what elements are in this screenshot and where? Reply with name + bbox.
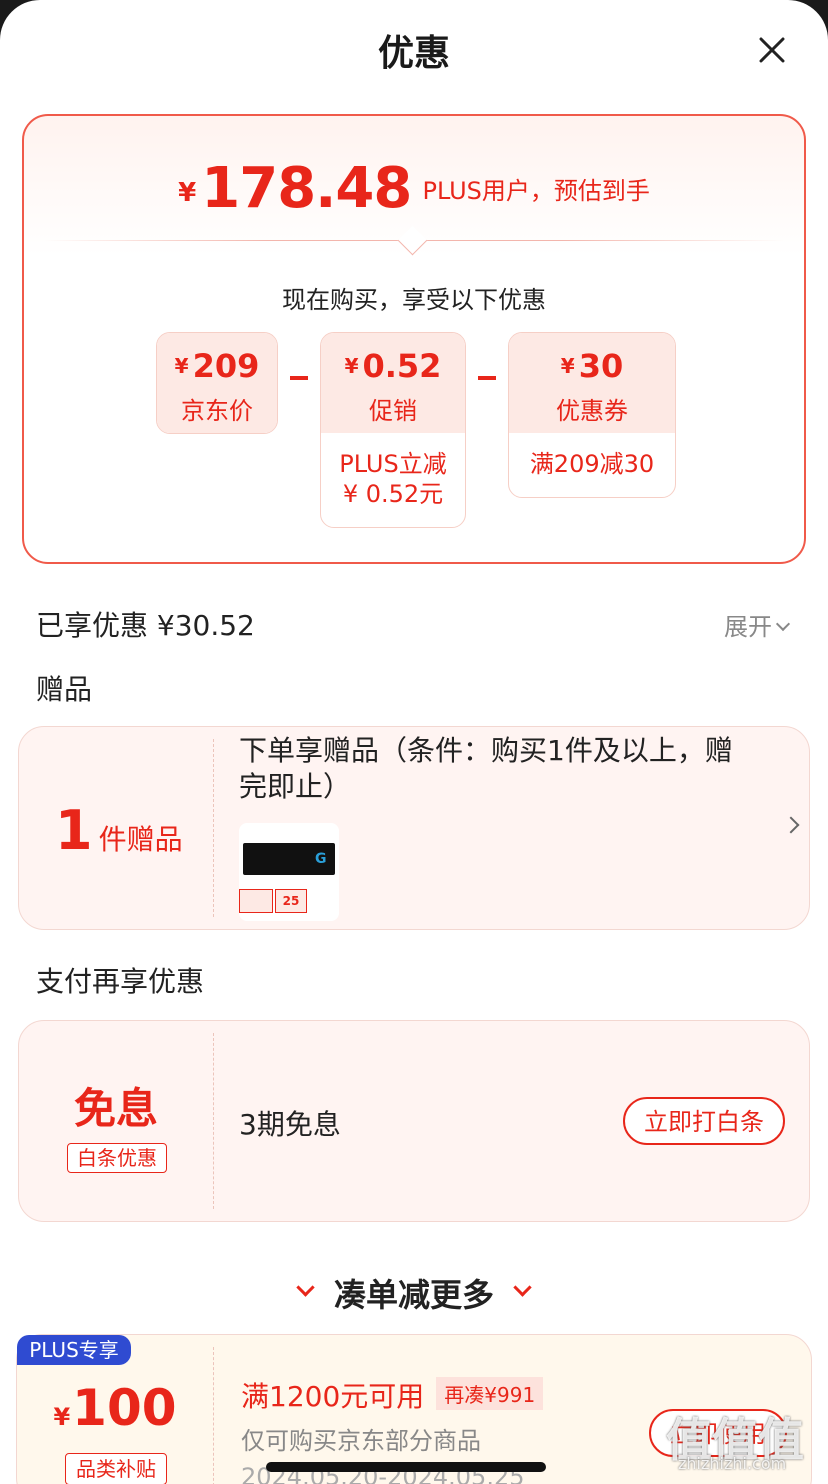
gift-count: 1 件赠品 [55, 799, 183, 862]
estimated-price-amount: 178.48 [201, 156, 412, 221]
more-title-text: 凑单减更多 [333, 1276, 494, 1314]
installment-text: 3期免息 [239, 1108, 341, 1141]
currency-symbol: ¥ [560, 354, 575, 378]
discount-summary: 已享优惠 ¥30.52 [36, 609, 255, 642]
sheet-header: 优惠 [0, 0, 828, 100]
discount-sheet: 优惠 ¥ 178.48 PLUS用户，预估到手 现在购买，享受以下优惠 ¥209… [0, 0, 828, 1484]
coupon-condition: 满1200元可用 再凑¥991 [241, 1375, 544, 1415]
coupon-label: 优惠券 [556, 397, 628, 425]
coupon-value: 30 [578, 347, 624, 385]
minus-icon [290, 376, 308, 380]
expand-toggle[interactable]: 展开 [724, 607, 791, 642]
plus-exclusive-badge: PLUS专享 [17, 1335, 131, 1365]
chevron-down-icon [296, 1278, 315, 1297]
estimated-price: ¥ 178.48 PLUS用户，预估到手 [24, 156, 804, 221]
minus-icon [478, 376, 496, 380]
gift-count-number: 1 [55, 799, 93, 862]
chevron-right-icon[interactable] [782, 816, 800, 834]
payment-offer-card: 免息 白条优惠 3期免息 立即打白条 [18, 1020, 810, 1222]
coupon-condition-text: 满1200元可用 [241, 1380, 425, 1413]
gift-card[interactable]: 1 件赠品 下单享赠品（条件：购买1件及以上，赠完即止） G 25 [18, 726, 810, 930]
jd-price-box: ¥209 京东价 [156, 332, 278, 434]
interest-free-label: 免息 [73, 1084, 158, 1133]
use-baitiao-button[interactable]: 立即打白条 [623, 1097, 785, 1145]
sheet-title: 优惠 [377, 33, 450, 74]
payment-section-title: 支付再享优惠 [36, 965, 205, 998]
currency-symbol: ¥ [344, 354, 359, 378]
jd-price-label: 京东价 [181, 397, 253, 425]
coupon-detail: 满209减30 [529, 450, 655, 478]
home-indicator[interactable] [266, 1462, 546, 1472]
promotion-detail-line2: ¥ 0.52元 [342, 480, 444, 508]
promotion-label: 促销 [369, 397, 417, 425]
currency-symbol: ¥ [53, 1403, 71, 1431]
chevron-down-icon [775, 616, 791, 632]
coupon-scope: 仅可购买京东部分商品 [241, 1427, 481, 1455]
estimated-price-card: ¥ 178.48 PLUS用户，预估到手 现在购买，享受以下优惠 ¥209 京东… [22, 114, 806, 564]
gift-description: 下单享赠品（条件：购买1件及以上，赠完即止） [239, 734, 733, 803]
more-section-title: 凑单减更多 [0, 1270, 828, 1316]
gift-count-label: 件赠品 [98, 823, 183, 856]
promo-tag-number: 25 [275, 889, 307, 913]
gift-section-title: 赠品 [36, 673, 93, 706]
coupon-box: ¥30 优惠券 满209减30 [508, 332, 676, 498]
dashed-divider [213, 1033, 214, 1209]
coupon-amount-value: 100 [72, 1379, 177, 1437]
category-subsidy-tag: 品类补贴 [65, 1453, 167, 1484]
currency-symbol: ¥ [174, 354, 189, 378]
estimated-price-note: PLUS用户，预估到手 [422, 177, 650, 205]
promotion-detail-line1: PLUS立减 [339, 450, 447, 478]
watermark: 值值值 zhizhizhi.com [652, 1396, 828, 1484]
currency-symbol: ¥ [178, 178, 197, 208]
breakdown-subtitle: 现在购买，享受以下优惠 [282, 286, 546, 314]
dashed-divider [213, 1347, 214, 1484]
jd-price-value: 209 [192, 347, 260, 385]
logo-icon: G [315, 851, 327, 867]
promotion-value: 0.52 [362, 347, 442, 385]
promotion-box: ¥0.52 促销 PLUS立减 ¥ 0.52元 [320, 332, 466, 528]
watermark-url: zhizhizhi.com [678, 1454, 787, 1473]
dashed-divider [213, 739, 214, 917]
coupon-amount: ¥100 [17, 1379, 213, 1437]
gift-product-image[interactable]: G 25 [239, 823, 339, 921]
baitiao-tag: 白条优惠 [67, 1143, 167, 1173]
close-icon[interactable] [752, 30, 792, 70]
add-more-badge: 再凑¥991 [436, 1377, 544, 1410]
chevron-down-icon [513, 1278, 532, 1297]
divider-notch [397, 225, 428, 256]
promo-tag-image [239, 889, 273, 913]
expand-label: 展开 [724, 613, 772, 641]
